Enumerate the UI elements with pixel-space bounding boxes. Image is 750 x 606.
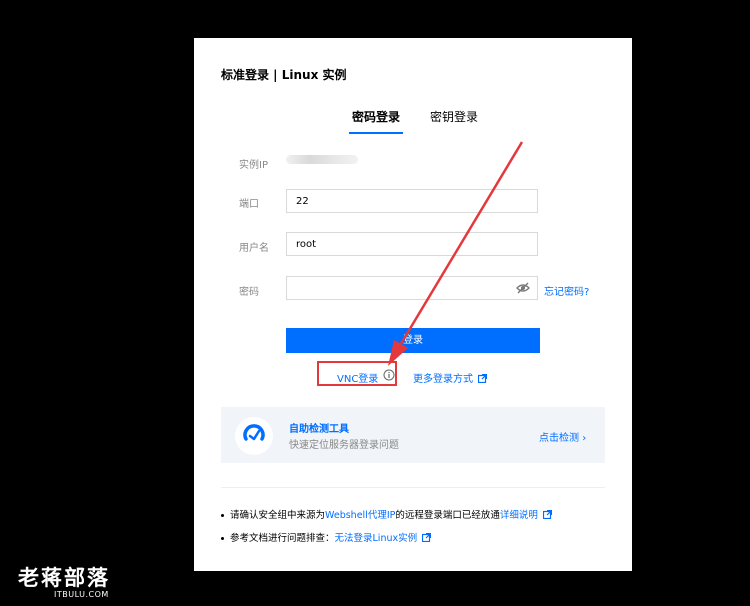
start-detect-link[interactable]: 点击检测 ›: [539, 429, 586, 444]
details-link[interactable]: 详细说明: [500, 510, 538, 521]
username-label: 用户名: [239, 243, 269, 254]
tab-password-login[interactable]: 密码登录: [349, 108, 404, 134]
watermark-sub: ITBULU.COM: [54, 590, 109, 599]
forgot-password-link[interactable]: 忘记密码?: [544, 283, 589, 298]
detect-title: 自助检测工具: [289, 424, 349, 435]
bullet: [221, 537, 224, 540]
note1-text: 请确认安全组中来源为: [230, 510, 326, 521]
note1-mid: 的远程登录端口已经放通: [395, 510, 500, 521]
bullet: [221, 514, 224, 517]
eye-hidden-icon[interactable]: [516, 282, 530, 294]
self-check-card: 自助检测工具 快速定位服务器登录问题 点击检测 ›: [221, 407, 605, 463]
watermark-main: 老蒋部落: [18, 566, 110, 590]
more-login-label: 更多登录方式: [413, 374, 473, 385]
note-docs: 参考文档进行问题排查：无法登录Linux实例: [221, 530, 432, 544]
vnc-login-link[interactable]: VNC登录: [337, 370, 378, 385]
dialog-title: 标准登录 | Linux 实例: [221, 68, 347, 82]
external-link-icon: [478, 374, 487, 383]
tab-key-login[interactable]: 密钥登录: [430, 108, 478, 128]
password-input[interactable]: [286, 276, 538, 300]
detect-link-label: 点击检测: [539, 433, 579, 444]
password-label: 密码: [239, 287, 259, 298]
login-button[interactable]: 登录: [286, 328, 540, 353]
more-login-methods-link[interactable]: 更多登录方式: [413, 370, 487, 385]
instance-ip-value-blurred: [286, 155, 358, 164]
external-link-icon: [542, 510, 552, 519]
info-icon[interactable]: [383, 369, 395, 381]
detect-subtitle: 快速定位服务器登录问题: [289, 440, 399, 451]
webshell-proxy-ip-link[interactable]: Webshell代理IP: [325, 510, 395, 521]
note2-text: 参考文档进行问题排查：: [230, 533, 335, 544]
username-input[interactable]: root: [286, 232, 538, 256]
note-security-group: 请确认安全组中来源为Webshell代理IP的远程登录端口已经放通详细说明: [221, 507, 552, 521]
external-link-icon: [422, 533, 432, 542]
divider: [221, 487, 605, 488]
login-tabs: 密码登录 密钥登录: [194, 108, 632, 134]
port-label: 端口: [239, 199, 259, 210]
watermark-logo: 老蒋部落 ITBULU.COM: [18, 562, 110, 599]
login-dialog: 标准登录 | Linux 实例 密码登录 密钥登录 实例IP 端口 22 用户名…: [194, 38, 632, 571]
cannot-login-linux-link[interactable]: 无法登录Linux实例: [335, 533, 418, 544]
instance-ip-label: 实例IP: [239, 160, 268, 171]
detect-tool-icon: [235, 417, 273, 455]
chevron-right-icon: ›: [582, 433, 587, 444]
port-input[interactable]: 22: [286, 189, 538, 213]
gauge-icon: [243, 424, 265, 441]
